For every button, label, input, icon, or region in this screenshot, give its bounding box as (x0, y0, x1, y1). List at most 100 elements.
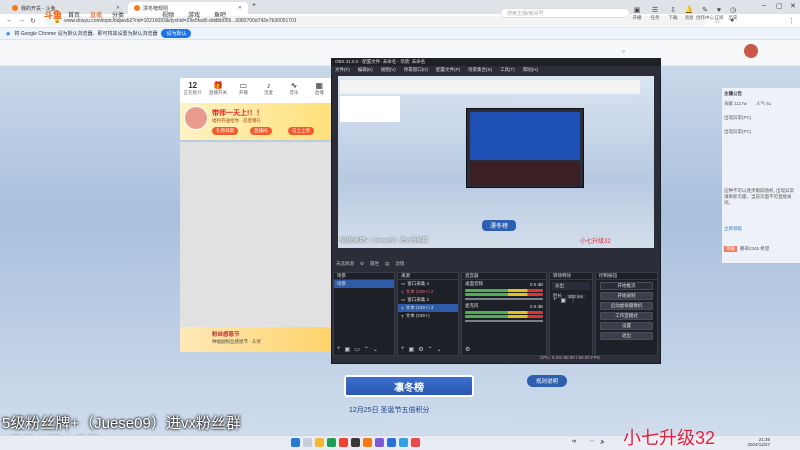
search-icon[interactable]: ⌕ (622, 49, 625, 56)
menu-view[interactable]: 视图(V) (381, 67, 396, 73)
folder-icon[interactable] (315, 438, 324, 447)
app-icon[interactable] (399, 438, 408, 447)
maximize-icon[interactable]: ▢ (776, 2, 783, 10)
nav-category[interactable]: 分类 (112, 10, 124, 19)
search-input[interactable]: 搜索主播/房间号 (500, 8, 630, 18)
stat-item[interactable]: ♪ 连麦 (256, 78, 281, 98)
wechat-icon[interactable] (327, 438, 336, 447)
app-icon[interactable] (387, 438, 396, 447)
source-item[interactable]: T 文本 (GDI+) (398, 312, 458, 320)
menu-help[interactable]: 帮助(H) (523, 67, 538, 73)
clock[interactable]: 21:35 2024/12/27 (730, 437, 770, 447)
mixer-settings-icon[interactable]: ⚙ (465, 346, 470, 353)
douyu-logo[interactable]: 斗鱼 (44, 8, 62, 21)
source-item[interactable]: ▭ 窗口采集 4 (398, 280, 458, 288)
add-icon[interactable]: + (337, 346, 341, 353)
browser-tab[interactable]: 我的开关 - 斗鱼 ✕ (6, 2, 126, 14)
rules-button[interactable]: 规则说明 (527, 375, 567, 387)
nav-live[interactable]: 直播 (90, 10, 102, 19)
nav-video[interactable]: 视频 (162, 10, 174, 19)
promo-button[interactable]: 礼物领取 (212, 127, 238, 135)
settings-icon[interactable]: ⚙ (418, 346, 423, 353)
promo-button[interactable]: 直播间 (250, 127, 272, 135)
app-icon[interactable] (375, 438, 384, 447)
nav-game[interactable]: 游戏 (188, 10, 200, 19)
douyu-favicon (12, 5, 18, 11)
remove-icon[interactable]: ▣ (345, 346, 351, 353)
header-icon-history[interactable]: ◷ 历史 (722, 7, 744, 21)
studio-mode-button[interactable]: 工作室模式 (600, 312, 653, 320)
avatar[interactable] (744, 44, 758, 58)
add-icon[interactable]: + (553, 297, 557, 304)
stat-item[interactable]: ▭ 开播 (231, 78, 256, 98)
menu-tools[interactable]: 工具(T) (500, 67, 515, 73)
menu-icon[interactable]: ⋮ (788, 17, 795, 25)
sidebar-line: 贡献 1117w (724, 101, 747, 106)
nav-fishbar[interactable]: 鱼吧 (214, 10, 226, 19)
promo-avatar (184, 106, 208, 130)
promo-button[interactable]: 马上上架 (288, 127, 314, 135)
menu-file[interactable]: 文件(F) (335, 67, 350, 73)
add-icon[interactable]: + (401, 346, 405, 353)
remove-icon[interactable]: ▣ (561, 297, 567, 304)
transitions-dock-title: 转场特效 (550, 273, 592, 280)
stat-item[interactable]: 🎁 直播开关 (205, 78, 230, 98)
text-icon: T (401, 289, 404, 295)
app-icon[interactable] (411, 438, 420, 447)
obs-icon[interactable] (351, 438, 360, 447)
move-up-icon[interactable]: ⌃ (428, 346, 433, 353)
wifi-icon[interactable]: ◠ (590, 439, 594, 445)
douyu-favicon (134, 5, 140, 11)
sidebar-link[interactable]: 立即领取 (724, 226, 742, 232)
start-recording-button[interactable]: 开始录制 (600, 292, 653, 300)
move-up-icon[interactable]: ⌃ (364, 346, 369, 353)
exit-button[interactable]: 退出 (600, 332, 653, 340)
filters-button[interactable]: 滤镜 (395, 261, 404, 267)
move-down-icon[interactable]: ⌄ (437, 346, 442, 353)
forward-icon[interactable]: → (18, 17, 25, 24)
volume-icon[interactable]: 🔈 (600, 439, 606, 445)
grid-icon: ▦ (315, 81, 324, 90)
filter-icon[interactable]: ▤ (385, 261, 389, 267)
menu-profile[interactable]: 配置文件(P) (436, 67, 460, 73)
remove-icon[interactable]: ▣ (409, 346, 415, 353)
properties-button[interactable]: 属性 (370, 261, 379, 267)
gear-icon[interactable]: ⚙ (360, 261, 364, 267)
scene-item[interactable]: 场景 (334, 280, 394, 288)
volume-slider[interactable] (465, 320, 543, 322)
minimize-icon[interactable]: – (762, 2, 766, 9)
new-tab-button[interactable]: + (252, 2, 256, 9)
set-default-button[interactable]: 设为默认 (161, 29, 192, 38)
volume-slider[interactable] (465, 298, 543, 300)
chrome-icon[interactable] (339, 438, 348, 447)
back-icon[interactable]: ← (6, 17, 13, 24)
stat-item[interactable]: 12 正在统计 (180, 78, 205, 98)
source-item[interactable]: T 文本 (GDI+) 2 (398, 288, 458, 296)
virtual-camera-button[interactable]: 启动虚拟摄像机 (600, 302, 653, 310)
source-toolbar: 未选择源 ⚙ 属性 ▤ 滤镜 (334, 260, 658, 268)
transition-select[interactable]: 淡出 (552, 282, 590, 290)
settings-icon[interactable]: ▭ (354, 346, 360, 353)
stat-item[interactable]: ∿ 音乐 (281, 78, 306, 98)
menu-docks[interactable]: 停靠窗口(D) (404, 67, 428, 73)
search-icon[interactable] (303, 438, 312, 447)
start-streaming-button[interactable]: 开始推流 (600, 282, 653, 290)
volume-meter (465, 293, 543, 296)
overlay-caption-right: 小七升级32 (623, 428, 716, 448)
settings-button[interactable]: 设置 (600, 322, 653, 330)
reload-icon[interactable]: ↻ (30, 17, 36, 25)
nav-home[interactable]: 首页 (68, 10, 80, 19)
source-item[interactable]: ▭ 窗口采集 2 (398, 296, 458, 304)
move-down-icon[interactable]: ⌄ (373, 346, 378, 353)
close-icon[interactable]: ✕ (238, 5, 242, 11)
douyu-icon[interactable] (363, 438, 372, 447)
menu-edit[interactable]: 编辑(E) (358, 67, 373, 73)
more-icon[interactable]: ⋮ (570, 297, 576, 304)
source-item[interactable]: T 文本 (GDI+) 3 (398, 304, 458, 312)
close-window-icon[interactable]: ✕ (790, 2, 796, 10)
menu-scene-collection[interactable]: 场景集合(S) (468, 67, 492, 73)
input-language[interactable]: 中 (572, 439, 577, 445)
sidebar-user[interactable]: 鹏哥2345 希望 (740, 246, 769, 252)
start-icon[interactable] (291, 438, 300, 447)
stat-item[interactable]: ▦ 直播 (307, 78, 332, 98)
